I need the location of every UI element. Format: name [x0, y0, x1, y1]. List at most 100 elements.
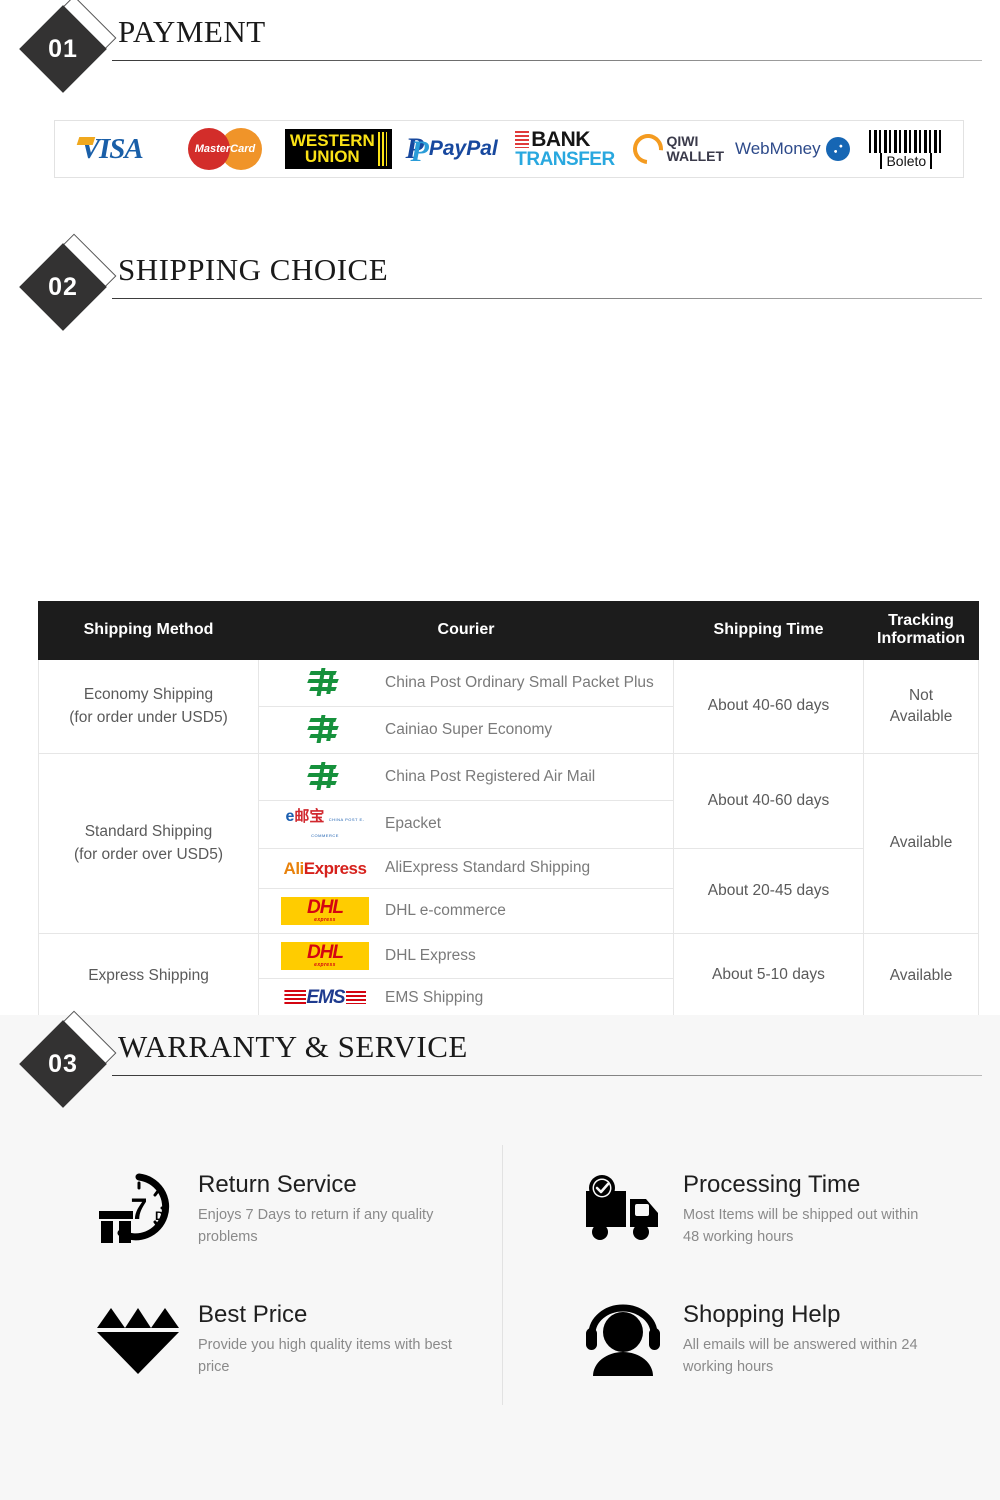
- cell-shipping-time: About 40-60 days: [673, 658, 864, 754]
- courier-name: EMS Shipping: [385, 988, 484, 1006]
- dhl-subtext: express: [314, 961, 336, 968]
- bank-transfer-stripes: [515, 131, 530, 148]
- service-title: Best Price: [198, 1301, 308, 1329]
- col-tracking-line2: Information: [877, 630, 965, 648]
- shipping-section: 02 SHIPPING CHOICE Shipping Method Couri…: [0, 233, 1000, 1193]
- bank-transfer-line2: TRANSFER: [515, 149, 615, 170]
- service-text: Shopping Help All emails will be answere…: [683, 1301, 928, 1379]
- cell-courier: DHL express DHL Express: [258, 932, 674, 979]
- section-number-badge-01: 01: [19, 0, 118, 102]
- header-rule: [112, 1075, 982, 1076]
- payment-section: 01 PAYMENT VISA MasterCard WESTERN UNION: [0, 0, 1000, 220]
- cell-shipping-time: About 40-60 days: [673, 752, 864, 850]
- qiwi-wallet-logo: QIWI WALLET: [626, 127, 724, 171]
- qiwi-circle-icon: [626, 127, 669, 171]
- china-post-logo: [265, 761, 385, 792]
- service-text: Best Price Provide you high quality item…: [198, 1301, 472, 1379]
- cell-shipping-method-standard: Standard Shipping (for order over USD5): [38, 752, 259, 934]
- mastercard-label: MasterCard: [194, 143, 256, 155]
- courier-name: China Post Registered Air Mail: [385, 767, 596, 785]
- boleto-logo: Boleto: [869, 129, 944, 169]
- service-desc: Provide you high quality items with best…: [198, 1337, 452, 1375]
- gift-clock-7day-icon: 7 D: [78, 1171, 198, 1249]
- qiwi-line1: QIWI: [666, 133, 699, 150]
- section-number-01: 01: [48, 34, 78, 63]
- courier-name: AliExpress Standard Shipping: [385, 859, 591, 877]
- cell-courier: e邮宝 CHINA POST E-COMMERCE Epacket: [258, 799, 674, 850]
- webmoney-globe-icon: [825, 137, 850, 161]
- service-text: Processing Time Most Items will be shipp…: [683, 1171, 928, 1249]
- western-union-line2: UNION: [304, 147, 360, 166]
- epacket-glyph: e邮宝 CHINA POST E-COMMERCE: [284, 808, 366, 841]
- table-row: Standard Shipping (for order over USD5): [38, 752, 979, 934]
- section-number-badge-02: 02: [19, 233, 118, 340]
- service-best-price: Best Price Provide you high quality item…: [78, 1275, 503, 1405]
- truck-check-icon: [563, 1175, 683, 1245]
- visa-logo: VISA: [80, 132, 144, 165]
- courier-name: Cainiao Super Economy: [385, 720, 553, 738]
- method-line2: (for order under USD5): [69, 709, 228, 727]
- table-row: Express Shipping DHL express DHL Express…: [38, 932, 979, 1019]
- cell-tracking: Available: [863, 932, 979, 1019]
- cell-shipping-time: About 5-10 days: [673, 932, 864, 1019]
- aliexpress-logo: AliExpress: [265, 859, 385, 879]
- service-desc: Enjoys 7 Days to return if any quality p…: [198, 1207, 434, 1245]
- section-number-03: 03: [48, 1049, 78, 1078]
- warranty-section-header: 03 WARRANTY & SERVICE: [0, 1010, 1000, 1117]
- western-union-logo: WESTERN UNION: [284, 129, 392, 169]
- cell-courier: EMS EMS Shipping: [258, 977, 674, 1019]
- method-line1: Standard Shipping: [84, 823, 213, 841]
- china-post-glyph: [307, 761, 342, 792]
- service-title: Processing Time: [683, 1171, 861, 1199]
- ems-wordmark: EMS: [306, 986, 345, 1008]
- service-desc: All emails will be answered within 24 wo…: [683, 1337, 918, 1375]
- cell-courier: China Post Registered Air Mail: [258, 752, 674, 801]
- diamond-icon: [78, 1302, 198, 1378]
- payment-method-qiwi: QIWI WALLET: [622, 121, 735, 177]
- mastercard-logo: MasterCard: [187, 128, 262, 170]
- service-processing: Processing Time Most Items will be shipp…: [503, 1145, 928, 1275]
- dhl-logo: DHL express: [265, 896, 385, 925]
- shipping-section-header: 02 SHIPPING CHOICE: [0, 233, 1000, 333]
- courier-name: Epacket: [385, 815, 442, 833]
- ems-glyph: EMS: [284, 986, 366, 1009]
- paypal-p-icon: P: [406, 134, 430, 168]
- header-rule: [112, 60, 982, 61]
- cell-tracking: Available: [863, 752, 979, 934]
- method-line1: Economy Shipping: [83, 686, 214, 704]
- col-courier: Courier: [258, 601, 674, 660]
- service-desc: Most Items will be shipped out within 48…: [683, 1207, 919, 1245]
- svg-text:7: 7: [131, 1193, 148, 1226]
- tracking-line1: Not: [908, 686, 934, 704]
- aliexpress-glyph: AliExpress: [283, 858, 367, 878]
- china-post-glyph: [307, 667, 342, 698]
- service-shopping-help: Shopping Help All emails will be answere…: [503, 1275, 928, 1405]
- service-grid: 7 D Return Service Enjoys 7 Days to retu…: [78, 1145, 928, 1405]
- svg-text:D: D: [155, 1209, 164, 1223]
- service-title: Shopping Help: [683, 1301, 841, 1329]
- payment-method-visa: VISA: [55, 121, 168, 177]
- courier-name: DHL e-commerce: [385, 901, 506, 919]
- warranty-title: WARRANTY & SERVICE: [118, 1029, 468, 1064]
- ems-logo: EMS: [265, 987, 385, 1009]
- dhl-logo: DHL express: [265, 941, 385, 970]
- section-number-badge-03: 03: [19, 1010, 118, 1117]
- payment-method-bank-transfer: BANK TRANSFER: [508, 121, 621, 177]
- boleto-barcode-icon: [869, 129, 944, 153]
- service-text: Return Service Enjoys 7 Days to return i…: [198, 1171, 472, 1249]
- method-line1: Express Shipping: [88, 966, 209, 984]
- dhl-glyph: DHL express: [281, 896, 369, 925]
- cell-courier: Cainiao Super Economy: [258, 705, 674, 754]
- payment-section-header: 01 PAYMENT: [0, 0, 1000, 93]
- payment-method-paypal: P PayPal: [395, 121, 508, 177]
- payment-method-webmoney: WebMoney: [735, 121, 850, 177]
- tracking-line2: Available: [889, 708, 953, 726]
- dhl-subtext: express: [314, 916, 336, 923]
- ems-right-stripes: [345, 991, 366, 1005]
- dhl-glyph: DHL express: [281, 941, 369, 970]
- warranty-section: 03 WARRANTY & SERVICE 7 D Return Service…: [0, 1010, 1000, 1500]
- bank-transfer-logo: BANK TRANSFER: [515, 129, 615, 170]
- shipping-title: SHIPPING CHOICE: [118, 252, 389, 287]
- courier-name: DHL Express: [385, 946, 476, 964]
- western-union-bars: [377, 132, 387, 166]
